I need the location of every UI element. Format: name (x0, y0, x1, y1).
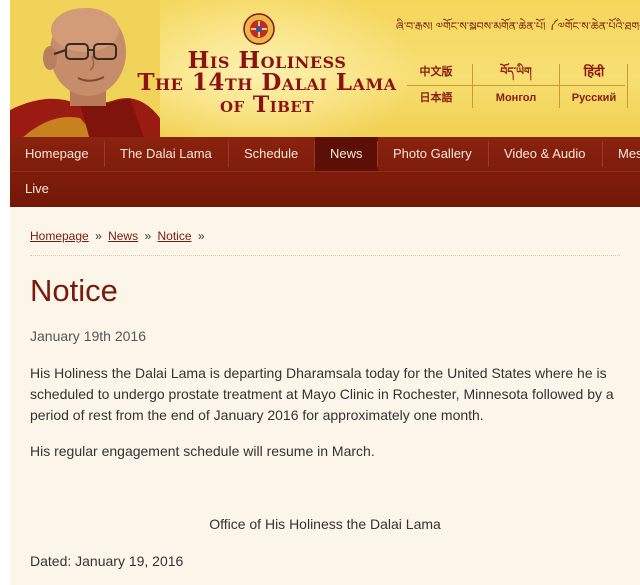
nav-messages[interactable]: Mes (603, 137, 640, 171)
tibetan-site-title: ཞི་བ་རྒྱས། ༧གོང་ས་སྐྱབས་མགོན་ཆེན་པོ། ༼༧ག… (396, 20, 640, 30)
site-title[interactable]: His Holiness The 14th Dalai Lama of Tibe… (132, 49, 402, 118)
article-paragraph-2: His regular engagement schedule will res… (30, 443, 375, 459)
nav-photo-gallery[interactable]: Photo Gallery (378, 137, 487, 171)
breadcrumb-notice[interactable]: Notice (157, 229, 191, 243)
nav-video-audio[interactable]: Video & Audio (489, 137, 600, 171)
lang-divider (559, 64, 560, 108)
nav-homepage[interactable]: Homepage (10, 137, 104, 171)
site-header: ཞི་བ་རྒྱས། ༧གོང་ས་སྐྱབས་མགོན་ཆེན་པོ། ༼༧ག… (10, 0, 640, 140)
article-paragraph-1: His Holiness the Dalai Lama is departing… (30, 365, 614, 423)
nav-the-dalai-lama[interactable]: The Dalai Lama (105, 137, 227, 171)
breadcrumb-separator: » (197, 229, 205, 243)
main-nav: Homepage The Dalai Lama Schedule News Ph… (10, 137, 640, 207)
lang-chinese[interactable]: 中文版 (407, 62, 465, 82)
site-title-line3: of Tibet (219, 92, 315, 118)
breadcrumb-news[interactable]: News (108, 229, 138, 243)
breadcrumb-separator: » (95, 229, 102, 243)
nav-news[interactable]: News (315, 137, 378, 171)
lang-divider (472, 64, 473, 108)
lang-divider (407, 85, 625, 86)
main-content: Homepage » News » Notice » Notice Januar… (10, 207, 640, 585)
article-date: January 19th 2016 (30, 328, 146, 344)
breadcrumb-homepage[interactable]: Homepage (30, 229, 89, 243)
page-title: Notice (30, 273, 118, 308)
lang-mongolian[interactable]: Монгол (479, 88, 553, 108)
lang-russian[interactable]: Русский (565, 88, 623, 108)
lang-hindi[interactable]: हिंदी (565, 62, 623, 82)
lang-tibetan[interactable]: བོད་ཡིག (479, 62, 553, 82)
lang-more[interactable]: Se (633, 75, 640, 95)
nav-row-divider (10, 171, 640, 172)
breadcrumb: Homepage » News » Notice » (30, 229, 208, 243)
site-title-line2: The 14th Dalai Lama (137, 69, 397, 96)
breadcrumb-divider (30, 255, 620, 256)
lang-divider (627, 64, 628, 108)
tibet-emblem-icon (243, 13, 275, 45)
article-signature: Office of His Holiness the Dalai Lama (209, 516, 441, 532)
nav-schedule[interactable]: Schedule (229, 137, 313, 171)
lang-japanese[interactable]: 日本語 (407, 88, 465, 108)
breadcrumb-separator: » (144, 229, 152, 243)
article-dated: Dated: January 19, 2016 (30, 553, 184, 569)
nav-live[interactable]: Live (10, 172, 64, 206)
